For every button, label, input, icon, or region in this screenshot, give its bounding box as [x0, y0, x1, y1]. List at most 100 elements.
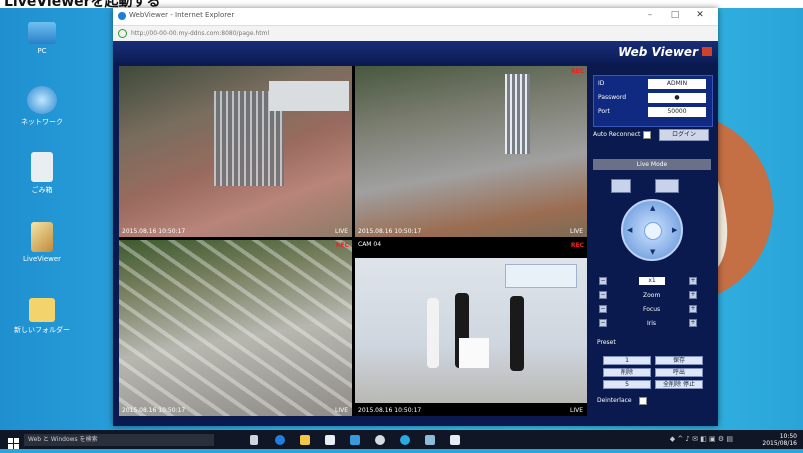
- camera-timestamp: 2015.08.16 10:50:17: [122, 228, 186, 235]
- settings-icon[interactable]: [375, 435, 385, 445]
- ptz-control-pad[interactable]: ▲ ▼ ◀ ▶: [621, 199, 683, 261]
- app-icon: [31, 222, 53, 252]
- iris-label: Iris: [647, 320, 657, 327]
- iris-minus-button[interactable]: −: [599, 319, 607, 327]
- network-icon: [27, 86, 57, 114]
- media-icon[interactable]: [425, 435, 435, 445]
- focus-plus-button[interactable]: +: [689, 305, 697, 313]
- deinterlace-label: Deinterlace: [597, 397, 632, 404]
- login-port-row: Port 50000: [598, 107, 708, 117]
- caption-banner: LiveViewerを起動する: [0, 0, 803, 8]
- windows-start-icon[interactable]: [8, 434, 19, 449]
- live-mode-button[interactable]: Live Mode: [593, 159, 711, 170]
- desktop-icon-liveviewer[interactable]: LiveViewer: [14, 222, 70, 263]
- zoom-out-button[interactable]: −: [599, 277, 607, 285]
- task-view-icon[interactable]: [250, 435, 258, 445]
- password-label: Password: [598, 94, 627, 101]
- auto-reconnect-checkbox[interactable]: [643, 131, 651, 139]
- maximize-button[interactable]: □: [668, 10, 682, 20]
- window-titlebar: WebViewer - Internet Explorer – □ ✕: [113, 8, 718, 25]
- desktop-icon-network[interactable]: ネットワーク: [14, 86, 70, 127]
- ptz-right-icon[interactable]: ▶: [672, 226, 677, 234]
- iris-plus-button[interactable]: +: [689, 319, 697, 327]
- window-title: WebViewer - Internet Explorer: [129, 11, 235, 19]
- app-taskbar-icon[interactable]: [350, 435, 360, 445]
- login-box: ID ADMIN Password ● Port 50000: [593, 75, 713, 127]
- camera-view-1[interactable]: 2015.08.16 10:50:17 LIVE: [119, 66, 352, 237]
- camera-rec-indicator: REC: [570, 68, 584, 75]
- zoom-plus-button[interactable]: +: [689, 291, 697, 299]
- taskbar-clock[interactable]: 10:50 2015/08/16: [762, 433, 797, 447]
- photos-icon[interactable]: [450, 435, 460, 445]
- ie-icon: [118, 12, 126, 20]
- desktop-icon-label: ごみ箱: [31, 186, 53, 194]
- system-tray[interactable]: ◆ ^ ♪ ✉ ◧ ▣ ⚙ ▤: [670, 435, 733, 443]
- id-field[interactable]: ADMIN: [648, 79, 706, 89]
- camera-status: LIVE: [334, 228, 348, 235]
- app-header: Web Viewer: [113, 41, 718, 63]
- ie-taskbar-icon[interactable]: [400, 435, 410, 445]
- preset-number-field[interactable]: 1: [603, 356, 651, 365]
- desktop-icon-pc[interactable]: PC: [14, 22, 70, 55]
- clock-date: 2015/08/16: [762, 440, 797, 447]
- camera-view-3[interactable]: REC 2015.08.16 10:50:17 LIVE: [119, 240, 352, 416]
- password-field[interactable]: ●: [648, 93, 706, 103]
- taskbar-search-box[interactable]: Web と Windows を検索: [24, 434, 214, 446]
- focus-minus-button[interactable]: −: [599, 305, 607, 313]
- camera-timestamp: 2015.08.16 10:50:17: [122, 407, 186, 414]
- desktop-icon-label: 新しいフォルダー: [14, 326, 70, 334]
- quad-view-button[interactable]: [655, 179, 679, 193]
- preset-clear-stop-button[interactable]: 全削除 停止: [655, 380, 703, 389]
- login-button[interactable]: ログイン: [659, 129, 709, 141]
- camera-scene-crosswalk: [119, 240, 352, 416]
- login-password-row: Password ●: [598, 93, 708, 103]
- single-view-button[interactable]: [611, 179, 631, 193]
- camera-scene-vehicle: [269, 81, 349, 111]
- app-title: Web Viewer: [618, 45, 698, 59]
- auto-reconnect-label: Auto Reconnect: [593, 131, 641, 138]
- close-button[interactable]: ✕: [693, 10, 707, 20]
- store-icon[interactable]: [325, 435, 335, 445]
- ptz-left-icon[interactable]: ◀: [627, 226, 632, 234]
- preset-delete-button[interactable]: 削除: [603, 368, 651, 377]
- taskbar: Web と Windows を検索 ◆ ^ ♪ ✉ ◧ ▣ ⚙ ▤ 10:50 …: [0, 430, 803, 449]
- zoom-minus-button[interactable]: −: [599, 291, 607, 299]
- minimize-button[interactable]: –: [643, 10, 657, 20]
- camera-scene-person: [510, 296, 524, 371]
- caption-text: LiveViewerを起動する: [4, 0, 161, 8]
- camera-status: LIVE: [334, 407, 348, 414]
- camera-rec-indicator: REC: [335, 242, 349, 249]
- page-icon: [118, 29, 127, 38]
- preset-recall-button[interactable]: 呼出: [655, 368, 703, 377]
- camera-name: CAM 04: [358, 241, 382, 248]
- camera-grid: 2015.08.16 10:50:17 LIVE REC 2015.08.16 …: [119, 66, 587, 416]
- camera-view-4[interactable]: CAM 04 REC 2015.08.16 10:50:17 LIVE: [355, 240, 587, 416]
- camera-view-2[interactable]: REC 2015.08.16 10:50:17 LIVE: [355, 66, 587, 237]
- desktop-icon-recycle[interactable]: ごみ箱: [14, 152, 70, 195]
- camera-status: LIVE: [569, 407, 583, 414]
- preset-slot-field[interactable]: 5: [603, 380, 651, 389]
- zoom-value: x1: [639, 277, 665, 285]
- login-id-row: ID ADMIN: [598, 79, 708, 89]
- web-viewer-app: Web Viewer 2015.08.16 10:50:17 LIVE REC …: [113, 41, 718, 426]
- recycle-bin-icon: [31, 152, 53, 182]
- camera-scene-podium: [459, 338, 489, 368]
- desktop-icon-label: LiveViewer: [22, 255, 62, 263]
- app-logo-icon: [702, 47, 712, 56]
- desktop-icon-label: ネットワーク: [21, 118, 63, 126]
- address-url[interactable]: http://00-00-00.my-ddns.com:8080/page.ht…: [131, 30, 269, 37]
- desktop-icon-folder[interactable]: 新しいフォルダー: [14, 298, 70, 335]
- desktop-icon-label: PC: [37, 47, 47, 55]
- ptz-down-icon[interactable]: ▼: [650, 248, 655, 256]
- deinterlace-checkbox[interactable]: [639, 397, 647, 405]
- camera-scene-rack: [505, 74, 530, 154]
- focus-label: Focus: [643, 306, 661, 313]
- ptz-up-icon[interactable]: ▲: [650, 204, 655, 212]
- edge-icon[interactable]: [275, 435, 285, 445]
- port-field[interactable]: 50000: [648, 107, 706, 117]
- file-explorer-icon[interactable]: [300, 435, 310, 445]
- ptz-center-button[interactable]: [644, 222, 662, 240]
- preset-save-button[interactable]: 保存: [655, 356, 703, 365]
- camera-timestamp: 2015.08.16 10:50:17: [358, 407, 422, 414]
- zoom-in-button[interactable]: +: [689, 277, 697, 285]
